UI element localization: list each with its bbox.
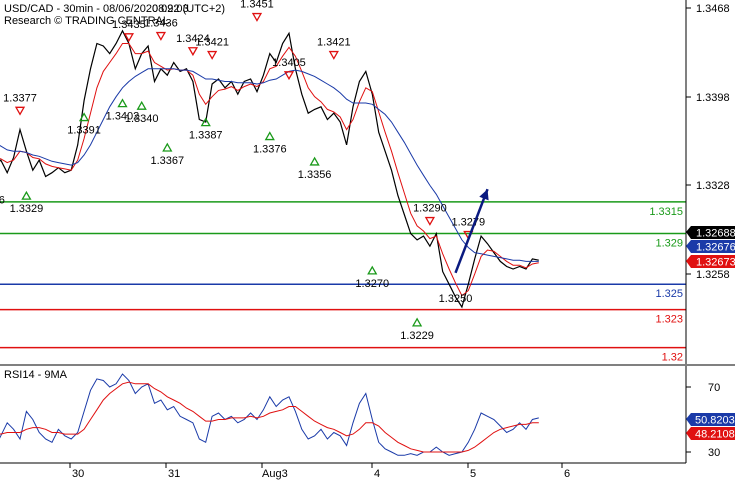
- pivot-label: 1.3229: [400, 330, 434, 342]
- pivot-label: 1.3451: [240, 0, 274, 11]
- pivot-label: 1.3367: [150, 155, 184, 167]
- chart-source: Research © TRADING CENTRAL: [4, 15, 169, 27]
- rsi-title: RSI14 - 9MA: [4, 369, 68, 381]
- price-tick-label: 1.3328: [696, 180, 730, 192]
- pivot-label: 1.3340: [125, 113, 159, 125]
- price-panel: 1.3315 1.329 1.325 1.323 1.32 1.3336 1.3377 1.…: [0, 0, 686, 364]
- pivot-label: 1.3336: [0, 194, 5, 206]
- pivot-label: 1.3421: [195, 37, 229, 49]
- level-label: 1.323: [655, 314, 683, 326]
- time-tick-label: 6: [564, 468, 570, 480]
- pivot-label: 1.3387: [189, 130, 223, 142]
- rsi-badge-label: 48.2108: [695, 429, 735, 441]
- pivot-label: 1.3421: [317, 37, 351, 49]
- chart-area: 1.3315 1.329 1.325 1.323 1.32 1.3336 1.3377 1.…: [0, 0, 735, 480]
- price-tick-label: 1.3258: [696, 269, 730, 281]
- pivot-label: 1.3270: [355, 278, 389, 290]
- price-badge-label: 1.32688: [696, 228, 735, 240]
- rsi-badge-label: 50.8203: [695, 415, 735, 427]
- price-badge-label: 1.32676: [696, 242, 735, 254]
- level-label: 1.3315: [649, 206, 683, 218]
- time-tick-label: 31: [168, 468, 180, 480]
- pivot-label: 1.3405: [272, 57, 306, 69]
- pivot-label: 1.3329: [10, 203, 44, 215]
- level-label: 1.32: [662, 352, 683, 364]
- pivot-label: 1.3250: [439, 293, 473, 305]
- level-label: 1.329: [655, 238, 683, 250]
- price-tick-label: 1.3398: [696, 92, 730, 104]
- pivot-label: 1.3376: [253, 144, 287, 156]
- price-badge-label: 1.32673: [696, 257, 735, 269]
- time-tick-label: Aug3: [262, 468, 288, 480]
- pivot-label: 1.3290: [413, 203, 447, 215]
- time-tick-label: 4: [374, 468, 380, 480]
- pivot-label: 1.3279: [451, 216, 485, 228]
- time-tick-label: 30: [72, 468, 84, 480]
- level-label: 1.325: [655, 288, 683, 300]
- price-tick-label: 1.3468: [696, 3, 730, 15]
- time-tick-label: 5: [470, 468, 476, 480]
- price-badges: 1.32688 1.32676 1.32673: [686, 226, 735, 269]
- rsi-tick-label: 30: [708, 447, 720, 459]
- pivot-label: 1.3391: [67, 125, 101, 137]
- pivot-label: 1.3356: [298, 169, 332, 181]
- rsi-tick-label: 70: [708, 382, 720, 394]
- chart-time: 08:22 (UTC+2): [152, 3, 225, 15]
- pivot-label: 1.3377: [3, 92, 37, 104]
